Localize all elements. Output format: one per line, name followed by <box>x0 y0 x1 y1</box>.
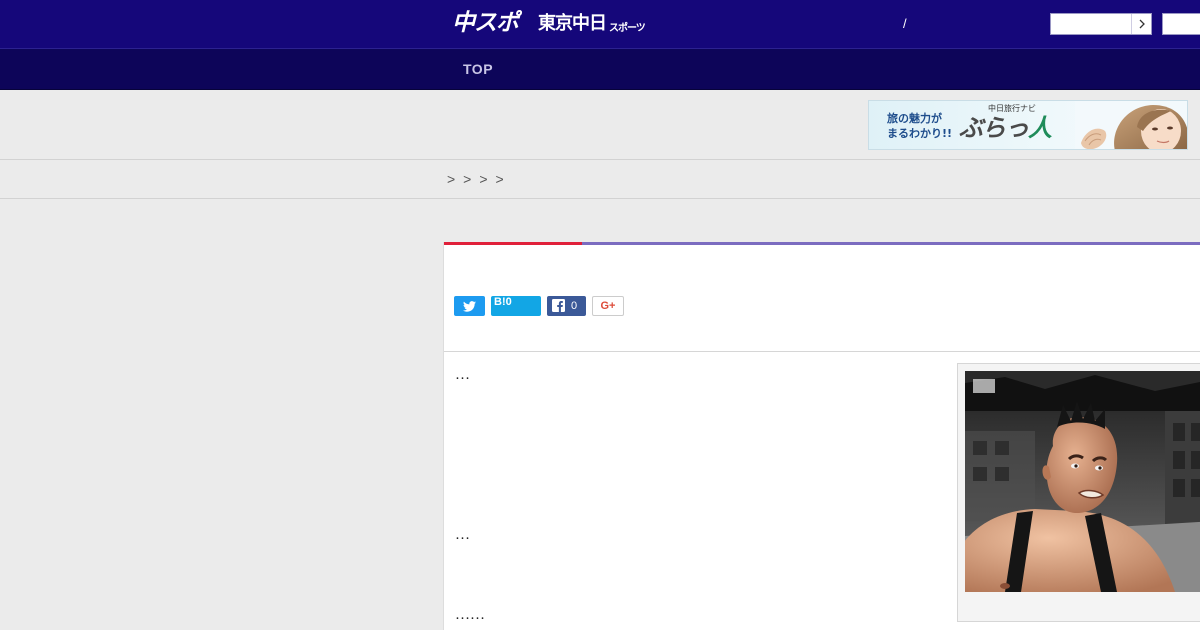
header-button[interactable] <box>1162 13 1200 35</box>
article-photo[interactable] <box>965 371 1200 592</box>
twitter-share-button[interactable] <box>454 296 485 316</box>
banner-area: 旅の魅力が まるわかり!! 中日旅行ナビ ぶらっ人 <box>0 90 1200 160</box>
article-photo-frame <box>957 363 1200 622</box>
ad-brand-accent: 人 <box>1028 113 1052 142</box>
site-logo-sub[interactable]: 東京中日 <box>538 12 607 36</box>
facebook-icon <box>552 299 565 312</box>
article-paragraph: … <box>455 367 470 383</box>
twitter-icon <box>463 300 476 312</box>
search-box <box>1050 13 1152 35</box>
article-accent-bar <box>444 242 582 245</box>
breadcrumb: >>>> <box>447 171 512 187</box>
ad-banner[interactable]: 旅の魅力が まるわかり!! 中日旅行ナビ ぶらっ人 <box>868 100 1188 150</box>
site-logo-sub-small: スポーツ <box>609 23 646 34</box>
ad-brand: ぶらっ人 <box>959 113 1052 143</box>
hatena-bookmark-label: B!0 <box>494 296 512 308</box>
chevron-right-icon <box>1139 19 1145 29</box>
search-button[interactable] <box>1131 14 1151 34</box>
breadcrumb-bar: >>>> <box>0 160 1200 199</box>
article-accent-bar-secondary <box>582 242 1200 245</box>
ad-person-image <box>1075 101 1187 149</box>
article-divider <box>444 351 1200 352</box>
facebook-share-button[interactable]: 0 <box>547 296 586 316</box>
site-header: 中スポ 東京中日 スポーツ / <box>0 0 1200 48</box>
article: B!0 0 G+ … … …… <box>443 242 1200 630</box>
nav-item-top[interactable]: TOP <box>463 61 493 77</box>
search-input[interactable] <box>1051 14 1131 34</box>
header-separator: / <box>903 16 907 31</box>
ad-brand-text: ぶらっ <box>959 113 1029 142</box>
facebook-share-count: 0 <box>571 300 578 312</box>
site-logo[interactable]: 中スポ <box>452 8 519 38</box>
article-paragraph: …… <box>455 607 485 623</box>
ad-tagline: 旅の魅力が まるわかり!! <box>887 112 953 140</box>
hatena-bookmark-button[interactable]: B!0 <box>491 296 541 316</box>
google-plus-share-button[interactable]: G+ <box>592 296 624 316</box>
global-nav: TOP <box>0 48 1200 90</box>
article-paragraph: … <box>455 527 470 543</box>
